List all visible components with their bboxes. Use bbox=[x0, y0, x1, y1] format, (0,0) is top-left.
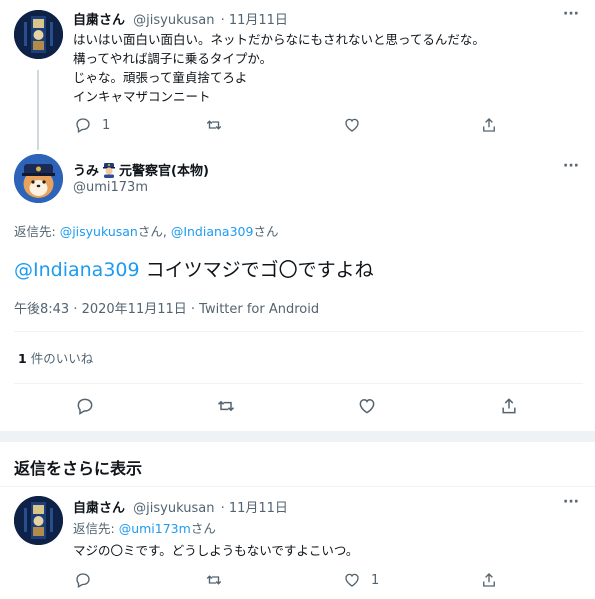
reply-icon bbox=[77, 398, 93, 415]
share-icon bbox=[502, 398, 516, 414]
reply-button[interactable] bbox=[74, 571, 92, 589]
author-handle[interactable]: @umi173m bbox=[73, 180, 148, 195]
share-icon bbox=[483, 118, 495, 132]
thread-line bbox=[37, 70, 39, 150]
reply-to-line: 返信先: @jisyukusanさん, @Indiana309さん bbox=[14, 224, 279, 239]
reply-to-user-link[interactable]: @Indiana309 bbox=[171, 224, 254, 239]
author-name[interactable]: 自粛さん bbox=[73, 501, 125, 516]
divider bbox=[14, 331, 583, 332]
author-handle[interactable]: @jisyukusan bbox=[133, 13, 214, 28]
more-icon[interactable]: ··· bbox=[563, 6, 579, 22]
retweet-icon bbox=[206, 120, 222, 130]
tweet-text: @Indiana309 コイツマジでゴ〇ですよね bbox=[14, 259, 374, 281]
police-officer-emoji bbox=[101, 162, 117, 178]
reply-button[interactable]: 1 bbox=[74, 116, 110, 134]
like-button[interactable] bbox=[343, 116, 361, 134]
retweet-button[interactable] bbox=[205, 116, 223, 134]
like-count: 1 bbox=[371, 572, 380, 588]
retweet-icon bbox=[217, 400, 235, 412]
section-separator bbox=[0, 431, 595, 442]
reply-button[interactable] bbox=[75, 396, 95, 416]
more-icon[interactable]: ··· bbox=[563, 494, 579, 510]
reply-count: 1 bbox=[102, 117, 111, 133]
like-button[interactable]: 1 bbox=[343, 571, 379, 589]
share-button[interactable] bbox=[480, 116, 498, 134]
tweet-meta[interactable]: 午後8:43 · 2020年11月11日 · Twitter for Andro… bbox=[14, 298, 319, 317]
tweet-text: マジの〇ミです。どうしようもないですよこいつ。 bbox=[73, 543, 359, 558]
heart-icon bbox=[345, 573, 359, 587]
avatar[interactable] bbox=[14, 496, 63, 545]
tweet-date[interactable]: · 11月11日 bbox=[221, 501, 288, 516]
reply-icon bbox=[76, 118, 90, 133]
author-name[interactable]: うみ bbox=[73, 160, 99, 179]
like-button[interactable] bbox=[357, 396, 377, 416]
avatar[interactable] bbox=[14, 154, 63, 203]
more-icon[interactable]: ··· bbox=[563, 158, 579, 174]
likes-label: 件のいいね bbox=[30, 351, 94, 366]
avatar[interactable] bbox=[14, 10, 63, 59]
divider bbox=[14, 383, 583, 384]
retweet-button[interactable] bbox=[216, 396, 236, 416]
reply-to-user-link[interactable]: @jisyukusan bbox=[60, 224, 138, 239]
share-button[interactable] bbox=[480, 571, 498, 589]
mention-link[interactable]: @Indiana309 bbox=[14, 259, 140, 281]
reply-to-line: 返信先: @umi173mさん bbox=[73, 521, 216, 536]
likes-summary[interactable]: 1 件のいいね bbox=[18, 348, 93, 367]
author-handle[interactable]: @jisyukusan bbox=[133, 501, 214, 516]
author-name[interactable]: 自粛さん bbox=[73, 13, 125, 28]
heart-icon bbox=[345, 118, 359, 132]
retweet-button[interactable] bbox=[205, 571, 223, 589]
reply-to-user-link[interactable]: @umi173m bbox=[119, 521, 191, 536]
share-button[interactable] bbox=[499, 396, 519, 416]
more-replies-heading: 返信をさらに表示 bbox=[14, 459, 143, 478]
heart-icon bbox=[359, 398, 375, 414]
likes-count: 1 bbox=[18, 351, 27, 366]
retweet-icon bbox=[206, 575, 222, 585]
author-name-suffix[interactable]: 元警察官(本物) bbox=[119, 160, 209, 179]
divider bbox=[0, 486, 595, 487]
tweet-text: はいはい面白い面白い。ネットだからなにもされないと思ってるんだな。 構ってやれば… bbox=[73, 32, 485, 104]
share-icon bbox=[483, 573, 495, 587]
reply-icon bbox=[76, 573, 90, 588]
tweet-date[interactable]: · 11月11日 bbox=[221, 13, 288, 28]
